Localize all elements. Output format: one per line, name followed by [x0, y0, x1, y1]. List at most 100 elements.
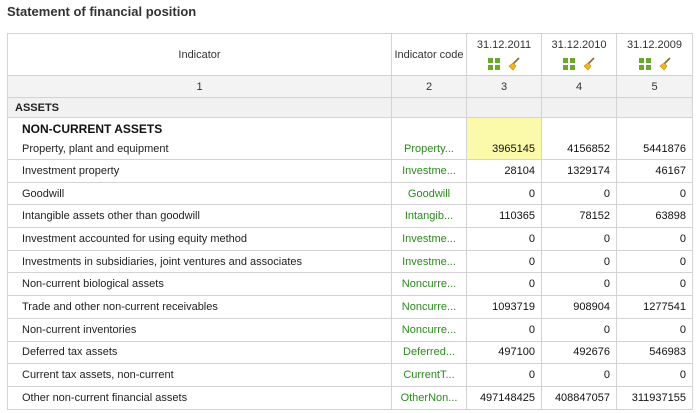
indicator-code-link[interactable]: Investme... — [391, 249, 467, 274]
value-cell[interactable]: 0 — [466, 317, 542, 342]
indicator-cell: Investment property — [7, 159, 392, 183]
table-row: Non-current inventories Noncurre... 0 0 0 — [7, 317, 693, 342]
value-cell[interactable]: 408847057 — [541, 385, 617, 410]
financial-position-table: Indicator Indicator code 31.12.2011 31.1… — [7, 33, 693, 410]
value-cell[interactable]: 0 — [616, 181, 693, 206]
column-number: 3 — [466, 75, 542, 98]
indicator-code-link[interactable]: Investme... — [391, 159, 467, 183]
value-cell[interactable]: 0 — [466, 249, 542, 274]
table-row: Goodwill Goodwill 0 0 0 — [7, 181, 693, 206]
value-cell[interactable]: 0 — [616, 272, 693, 297]
indicator-label: Non-current biological assets — [22, 278, 164, 291]
indicator-label: Non-current inventories — [22, 323, 137, 336]
table-row: Current tax assets, non-current CurrentT.… — [7, 363, 693, 387]
value-cell[interactable]: 0 — [541, 227, 617, 251]
value-cell[interactable]: 0 — [466, 227, 542, 251]
year-column-header-2009: 31.12.2009 — [616, 33, 693, 76]
year-column-header-2010: 31.12.2010 — [541, 33, 617, 76]
table-row: Intangible assets other than goodwill Int… — [7, 204, 693, 229]
grid-icon[interactable] — [638, 57, 652, 71]
value-cell[interactable]: 28104 — [466, 159, 542, 183]
table-row: Investments in subsidiaries, joint ventu… — [7, 249, 693, 274]
indicator-label: Investments in subsidiaries, joint ventu… — [22, 255, 303, 268]
indicator-code-link[interactable]: Goodwill — [391, 181, 467, 206]
indicator-cell: Goodwill — [7, 181, 392, 206]
page-title: Statement of financial position — [7, 4, 197, 19]
table-row: NON-CURRENT ASSETS Property, plant and eq… — [7, 117, 693, 160]
indicator-code-link[interactable]: Intangib... — [391, 204, 467, 229]
table-row: Non-current biological assets Noncurre...… — [7, 272, 693, 297]
indicator-label: Intangible assets other than goodwill — [22, 210, 200, 223]
indicator-code-link[interactable]: Investme... — [391, 227, 467, 251]
column-number: 2 — [391, 75, 467, 98]
indicator-code-link[interactable]: CurrentT... — [391, 363, 467, 387]
indicator-code-column-header: Indicator code — [391, 33, 467, 76]
indicator-code-link[interactable]: Noncurre... — [391, 317, 467, 342]
value-cell[interactable]: 0 — [541, 317, 617, 342]
indicator-cell: Investment accounted for using equity me… — [7, 227, 392, 251]
table-row: Deferred tax assets Deferred... 497100 4926… — [7, 340, 693, 365]
value-cell[interactable]: 497148425 — [466, 385, 542, 410]
value-cell[interactable]: 0 — [541, 272, 617, 297]
indicator-code-link[interactable]: OtherNon... — [391, 385, 467, 410]
year-label: 31.12.2009 — [626, 39, 683, 51]
grid-icon[interactable] — [562, 57, 576, 71]
indicator-cell: Non-current inventories — [7, 317, 392, 342]
value-cell[interactable]: 0 — [541, 249, 617, 274]
broom-icon[interactable] — [507, 57, 521, 71]
value-cell[interactable]: 0 — [616, 227, 693, 251]
indicator-code-link[interactable]: Noncurre... — [391, 295, 467, 319]
value-cell[interactable]: 1093719 — [466, 295, 542, 319]
value-cell[interactable]: 0 — [466, 363, 542, 387]
indicator-label: Property, plant and equipment — [22, 143, 169, 155]
grid-icon[interactable] — [487, 57, 501, 71]
column-number-row: 1 2 3 4 5 — [7, 75, 693, 98]
value-cell[interactable]: 497100 — [466, 340, 542, 365]
indicator-label: Goodwill — [22, 187, 65, 200]
indicator-code-link[interactable]: Noncurre... — [391, 272, 467, 297]
value-cell[interactable]: 0 — [466, 181, 542, 206]
value-cell[interactable]: 492676 — [541, 340, 617, 365]
value-cell[interactable]: 5441876 — [616, 117, 693, 160]
indicator-column-header: Indicator — [7, 33, 392, 76]
value-cell[interactable]: 0 — [616, 249, 693, 274]
value-cell[interactable]: 0 — [541, 181, 617, 206]
indicator-cell: Trade and other non-current receivables — [7, 295, 392, 319]
value-cell[interactable]: 0 — [616, 317, 693, 342]
indicator-label: Other non-current financial assets — [22, 391, 188, 404]
value-cell[interactable]: 0 — [616, 363, 693, 387]
indicator-label: Current tax assets, non-current — [22, 369, 174, 382]
value-cell[interactable]: 0 — [466, 272, 542, 297]
value-cell[interactable]: 0 — [541, 363, 617, 387]
column-number: 5 — [616, 75, 693, 98]
indicator-label: Investment property — [22, 164, 120, 177]
value-cell[interactable]: 4156852 — [541, 117, 617, 160]
value-cell[interactable]: 1329174 — [541, 159, 617, 183]
indicator-label: Trade and other non-current receivables — [22, 300, 218, 313]
indicator-cell: NON-CURRENT ASSETS Property, plant and eq… — [7, 117, 392, 160]
value-cell[interactable]: 908904 — [541, 295, 617, 319]
year-label: 31.12.2011 — [476, 39, 532, 51]
broom-icon[interactable] — [658, 57, 672, 71]
indicator-code-link[interactable]: Property... — [391, 117, 467, 160]
section-label: ASSETS — [7, 97, 392, 118]
indicator-label: Deferred tax assets — [22, 346, 118, 359]
value-cell[interactable]: 110365 — [466, 204, 542, 229]
value-cell[interactable]: 3965145 — [466, 117, 542, 160]
table-row: Other non-current financial assets OtherN… — [7, 385, 693, 410]
section-subheading: NON-CURRENT ASSETS — [22, 122, 163, 136]
column-number: 4 — [541, 75, 617, 98]
indicator-cell: Intangible assets other than goodwill — [7, 204, 392, 229]
table-row: Trade and other non-current receivables N… — [7, 295, 693, 319]
value-cell[interactable]: 78152 — [541, 204, 617, 229]
indicator-cell: Investments in subsidiaries, joint ventu… — [7, 249, 392, 274]
value-cell[interactable]: 1277541 — [616, 295, 693, 319]
value-cell[interactable]: 63898 — [616, 204, 693, 229]
value-cell[interactable]: 46167 — [616, 159, 693, 183]
value-cell[interactable]: 311937155 — [616, 385, 693, 410]
value-cell[interactable]: 546983 — [616, 340, 693, 365]
indicator-code-link[interactable]: Deferred... — [391, 340, 467, 365]
broom-icon[interactable] — [582, 57, 596, 71]
table-row: Investment accounted for using equity me… — [7, 227, 693, 251]
indicator-cell: Current tax assets, non-current — [7, 363, 392, 387]
